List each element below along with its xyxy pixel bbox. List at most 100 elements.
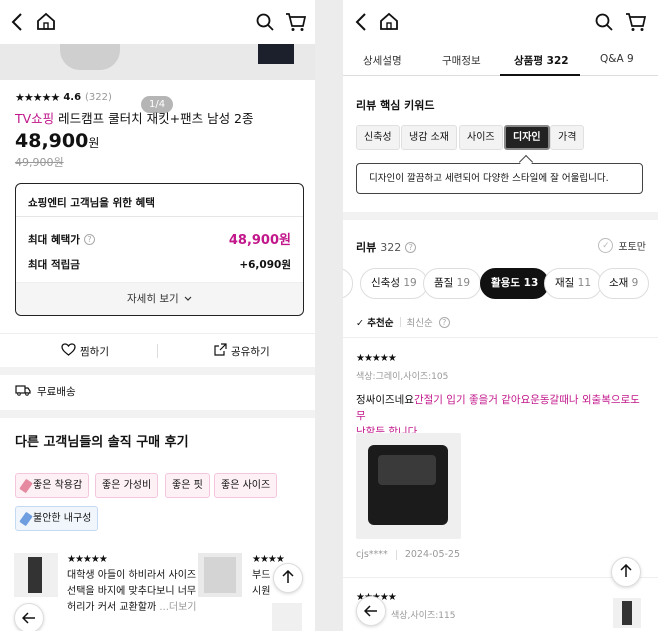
share-button[interactable]: 공유하기 [214,343,270,359]
filter-chip[interactable]: 재질 11 [544,268,603,299]
review-option: 색상:그레이,사이즈:105 [356,372,449,382]
review-date: 2024-05-25 [404,549,461,560]
truck-icon [15,384,31,399]
top-bar [0,0,315,44]
filter-chip-selected[interactable]: 활용도 13 [480,268,550,299]
review-photo[interactable] [356,433,461,539]
sort-options: ✓ 추천순 최신순 ? [356,315,450,329]
filter-chip[interactable]: 신축성 19 [360,268,428,299]
chip-count: 19 [403,277,417,289]
shipping-label: 무료배송 [37,386,76,398]
home-icon[interactable] [379,12,399,31]
points-value: +6,090원 [239,259,291,271]
divider [16,216,303,217]
rating-stars: ★★★★★ [15,91,60,104]
review-tag[interactable]: 좋은 착용감 [15,473,90,498]
cart-icon[interactable] [285,12,307,32]
sort-latest[interactable]: 최신순 [407,315,433,329]
filter-chip[interactable] [343,268,353,299]
search-icon[interactable] [595,13,613,31]
product-detail-panel: 1/4 ★★★★★ 4.6 (322) TV쇼핑 레드캠프 쿨터치 재킷+팬츠 … [0,0,315,631]
sort-recommended[interactable]: ✓ 추천순 [356,315,394,329]
keyword-chip-selected[interactable]: 디자인 [504,125,550,150]
filter-chip[interactable]: 소재 9 [598,268,650,299]
photo-only-label: 포토만 [618,242,646,253]
review-tag[interactable]: 좋은 핏 [165,473,210,498]
review-tag-label: 좋은 가성비 [102,480,152,491]
photo-only-toggle[interactable]: ✓ 포토만 [598,238,646,253]
review-thumbnail[interactable] [272,603,302,631]
scroll-top-button[interactable] [611,557,641,587]
review-tag[interactable]: 불안한 내구성 [15,506,99,531]
review-option: 색상,사이즈:115 [391,611,456,621]
pen-icon [19,478,33,493]
product-image-shoe [60,44,120,70]
review-title: 리뷰 [356,241,377,254]
wish-button[interactable]: 찜하기 [61,343,109,359]
divider [343,337,658,338]
product-name: 레드캠프 쿨터치 재킷+팬츠 남성 2종 [58,111,254,126]
keyword-title: 리뷰 핵심 키워드 [356,99,435,112]
original-price: 49,900원 [15,156,64,169]
cart-icon[interactable] [625,12,647,32]
chip-label: 소재 [609,277,629,289]
review-thumbnail[interactable] [14,553,58,597]
review-thumbnail[interactable] [613,598,641,628]
top-bar [343,0,658,44]
product-rating[interactable]: ★★★★★ 4.6 (322) [15,91,112,104]
rating-score: 4.6 [63,92,82,103]
arrow-up-icon [282,569,294,588]
pen-icon [19,511,33,526]
share-label: 공유하기 [231,345,270,358]
keyword-chip[interactable]: 가격 [550,125,585,150]
review-stars: ★★★★★ [356,353,397,364]
share-icon [214,343,227,359]
divider [395,549,397,560]
product-title: TV쇼핑 레드캠프 쿨터치 재킷+팬츠 남성 2종 [15,108,254,127]
arrow-up-icon [620,563,632,582]
back-arrow-icon[interactable] [355,13,367,31]
back-arrow-icon[interactable] [11,13,23,31]
benefit-more-label: 자세히 보기 [127,293,179,305]
section-gap [343,212,658,220]
keyword-chip[interactable]: 사이즈 [459,125,503,150]
keyword-chip[interactable]: 냉감 소재 [401,125,457,150]
section-gap [0,410,315,418]
photo-content [378,455,436,485]
tab-qna[interactable]: Q&A 9 [600,53,634,65]
wish-label: 찜하기 [80,345,109,358]
question-icon[interactable]: ? [83,234,95,245]
mini-review[interactable]: ★★★★★ 대학생 아들이 하비라서 사이즈 선택을 바지에 맞추다보니 너무 … [67,552,197,616]
chip-count: 13 [523,277,539,289]
active-tab-underline [500,74,580,76]
review-author: cjs**** [356,549,388,560]
product-price: 48,900원 [15,130,99,152]
review-tag[interactable]: 좋은 사이즈 [214,473,278,498]
product-image-pants [258,44,294,64]
review-thumbnail[interactable] [198,553,242,597]
filter-chip[interactable]: 품질 19 [423,268,482,299]
check-icon: ✓ [598,238,614,253]
more-link[interactable]: ...더보기 [159,602,196,613]
keyword-chip[interactable]: 신축성 [356,125,400,150]
review-meta: cjs**** 2024-05-25 [356,549,460,560]
shipping-info: 무료배송 [15,384,76,399]
tab-purchase-info[interactable]: 구매정보 [442,53,481,68]
back-fab-button[interactable] [356,596,386,626]
section-title: 다른 고객님들의 솔직 구매 후기 [15,435,189,450]
keyword-tooltip: 디자인이 깔끔하고 세련되어 다양한 스타일에 잘 어울립니다. [356,163,643,194]
home-icon[interactable] [36,12,56,31]
tab-description[interactable]: 상세설명 [363,53,402,68]
question-icon[interactable]: ? [438,316,450,328]
review-panel: 상세설명 구매정보 상품평 322 Q&A 9 리뷰 핵심 키워드 신축성 냉감… [343,0,658,631]
product-image-carousel[interactable]: 1/4 [0,44,315,113]
review-tag[interactable]: 좋은 가성비 [95,473,159,498]
chip-count: 9 [631,277,639,289]
back-fab-button[interactable] [14,603,44,631]
scroll-top-button[interactable] [273,563,303,593]
benefit-more-button[interactable]: 자세히 보기 [16,282,303,315]
benefit-box: 쇼핑엔티 고객님을 위한 혜택 최대 혜택가 ? 48,900원 최대 적립금 … [15,183,304,316]
tab-reviews[interactable]: 상품평 322 [514,53,569,68]
search-icon[interactable] [256,13,274,31]
question-icon[interactable]: ? [405,241,417,253]
